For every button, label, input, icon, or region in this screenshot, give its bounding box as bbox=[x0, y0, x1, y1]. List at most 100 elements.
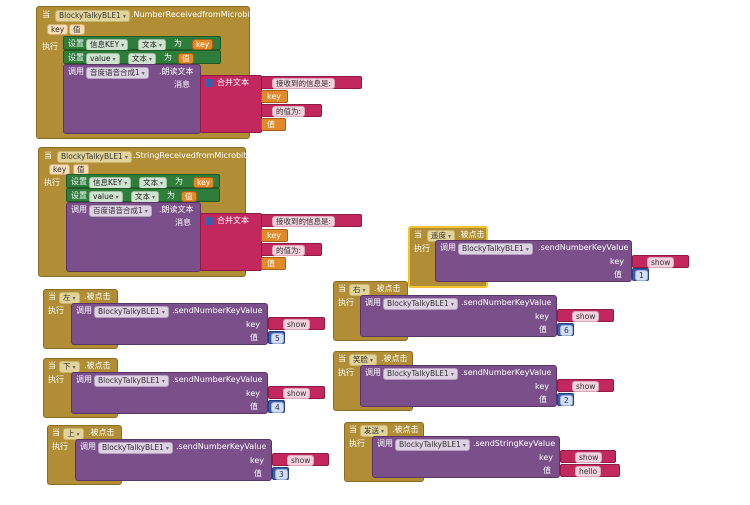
get-key-label: key bbox=[267, 92, 282, 101]
call-send-string[interactable]: 调用 BlockyTalkyBLE1 ▾ .sendStringKeyValue … bbox=[372, 436, 560, 478]
chevron-down-icon: ▾ bbox=[462, 442, 466, 449]
key-text-block[interactable]: show bbox=[557, 379, 614, 392]
component-dropdown[interactable]: BlockyTalkyBLE1 ▾ bbox=[383, 368, 458, 380]
to-label: 为 bbox=[167, 191, 175, 200]
to-label: 为 bbox=[174, 39, 182, 48]
key-text-block[interactable]: show bbox=[272, 453, 329, 466]
chevron-down-icon: ▾ bbox=[144, 208, 148, 215]
component-dropdown[interactable]: BlockyTalkyBLE1 ▾ bbox=[94, 306, 169, 318]
when-label: 当 bbox=[44, 151, 52, 160]
call-speak-block[interactable]: 调用 音度语音合成1 ▾ .朗读文本 消息 bbox=[63, 64, 201, 134]
number-block[interactable]: 5 bbox=[268, 331, 285, 344]
set-label: 设置 bbox=[68, 53, 84, 62]
var-name: 信息KEY bbox=[90, 40, 120, 49]
string-value[interactable]: 的值为: bbox=[272, 106, 306, 117]
gear-icon[interactable] bbox=[205, 217, 213, 225]
tts-dropdown[interactable]: 音度语音合成1 ▾ bbox=[86, 67, 149, 79]
text-string-block[interactable]: 的值为: bbox=[261, 104, 322, 117]
text-param-name: 文本 bbox=[142, 40, 157, 49]
string-value[interactable]: 的值为: bbox=[272, 245, 306, 256]
key-value[interactable]: show bbox=[575, 452, 603, 463]
component-dropdown[interactable]: BlockyTalkyBLE1 ▾ bbox=[458, 243, 533, 255]
tts-dropdown[interactable]: 百度语音合成1 ▾ bbox=[89, 205, 152, 217]
do-label: 执行 bbox=[48, 375, 64, 384]
set-block-info-key[interactable]: 设置 信息KEY ▾ 文本 ▾ 为 key bbox=[66, 174, 220, 189]
chevron-down-icon: ▾ bbox=[121, 42, 125, 49]
key-label: key bbox=[246, 389, 261, 398]
call-send-number[interactable]: 调用 BlockyTalkyBLE1 ▾ .sendNumberKeyValue … bbox=[75, 439, 272, 481]
number-value[interactable]: 2 bbox=[560, 395, 573, 406]
text-string-block[interactable]: 接收到的信息是: bbox=[261, 76, 362, 89]
number-value[interactable]: 3 bbox=[275, 469, 288, 480]
get-value[interactable]: 值 bbox=[181, 191, 197, 202]
component-dropdown[interactable]: BlockyTalkyBLE1 ▾ bbox=[383, 298, 458, 310]
param-key[interactable]: key bbox=[47, 24, 69, 35]
number-value[interactable]: 4 bbox=[271, 402, 284, 413]
component-dropdown[interactable]: BlockyTalkyBLE1 ▾ bbox=[98, 442, 173, 454]
get-key-block[interactable]: key bbox=[261, 229, 288, 242]
string-value-block[interactable]: hello bbox=[560, 464, 620, 477]
get-value[interactable]: 值 bbox=[178, 53, 194, 64]
call-send-number[interactable]: 调用 BlockyTalkyBLE1 ▾ .sendNumberKeyValue … bbox=[71, 372, 268, 414]
when-label: 当 bbox=[414, 230, 422, 239]
number-value[interactable]: 1 bbox=[635, 270, 648, 281]
key-value[interactable]: show bbox=[287, 455, 315, 466]
component-dropdown[interactable]: BlockyTalkyBLE1 ▾ bbox=[395, 439, 470, 451]
component-dropdown[interactable]: BlockyTalkyBLE1 ▾ bbox=[94, 375, 169, 387]
key-label: key bbox=[535, 312, 550, 321]
get-key-block[interactable]: key bbox=[261, 90, 288, 103]
component-dropdown[interactable]: BlockyTalkyBLE1 ▾ bbox=[55, 10, 130, 22]
number-value[interactable]: 5 bbox=[271, 333, 284, 344]
button-name: 左 bbox=[63, 293, 71, 302]
get-value-block[interactable]: 值 bbox=[261, 118, 286, 131]
string-value[interactable]: 接收到的信息是: bbox=[272, 78, 336, 89]
key-text-block[interactable]: show bbox=[268, 317, 325, 330]
key-value[interactable]: show bbox=[283, 319, 311, 330]
key-text-block[interactable]: show bbox=[632, 255, 689, 268]
key-text-block[interactable]: show bbox=[560, 450, 616, 463]
tts-name: 音度语音合成1 bbox=[90, 68, 140, 77]
when-label: 当 bbox=[48, 292, 56, 301]
number-block[interactable]: 6 bbox=[557, 323, 574, 336]
when-label: 当 bbox=[338, 284, 346, 293]
gear-icon[interactable] bbox=[205, 79, 213, 87]
set-block-value[interactable]: 设置 value ▾ 文本 ▾ 为 值 bbox=[66, 188, 220, 203]
call-send-number[interactable]: 调用 BlockyTalkyBLE1 ▾ .sendNumberKeyValue … bbox=[71, 303, 268, 345]
string-value[interactable]: hello bbox=[575, 466, 602, 477]
do-label: 执行 bbox=[52, 442, 68, 451]
component-name: BlockyTalkyBLE1 bbox=[98, 376, 160, 385]
call-speak-block[interactable]: 调用 百度语音合成1 ▾ .朗读文本 消息 bbox=[66, 202, 201, 272]
key-label: key bbox=[539, 453, 554, 462]
join-text-block[interactable]: 合并文本 bbox=[200, 213, 262, 271]
join-text-block[interactable]: 合并文本 bbox=[200, 75, 262, 133]
key-text-block[interactable]: show bbox=[268, 386, 325, 399]
component-dropdown[interactable]: BlockyTalkyBLE1 ▾ bbox=[57, 151, 132, 163]
get-key[interactable]: key bbox=[193, 177, 215, 188]
number-block[interactable]: 4 bbox=[268, 400, 285, 413]
get-value-block[interactable]: 值 bbox=[261, 257, 286, 270]
clicked-label: .被点击 bbox=[381, 354, 408, 363]
call-send-number[interactable]: 调用 BlockyTalkyBLE1 ▾ .sendNumberKeyValue … bbox=[360, 365, 557, 407]
set-block-info-key[interactable]: 设置 信息KEY ▾ 文本 ▾ 为 key bbox=[63, 36, 221, 51]
string-value[interactable]: 接收到的信息是: bbox=[272, 216, 336, 227]
param-value[interactable]: 值 bbox=[69, 24, 85, 35]
set-block-value[interactable]: 设置 value ▾ 文本 ▾ 为 值 bbox=[63, 50, 221, 65]
chevron-down-icon: ▾ bbox=[152, 194, 156, 201]
key-value[interactable]: show bbox=[572, 311, 600, 322]
number-block[interactable]: 3 bbox=[272, 467, 289, 480]
text-string-block[interactable]: 的值为: bbox=[261, 243, 322, 256]
get-key[interactable]: key bbox=[192, 39, 214, 50]
call-send-number[interactable]: 调用 BlockyTalkyBLE1 ▾ .sendNumberKeyValue … bbox=[360, 295, 557, 337]
call-label: 调用 bbox=[68, 67, 84, 76]
key-value[interactable]: show bbox=[572, 381, 600, 392]
number-block[interactable]: 1 bbox=[632, 268, 649, 281]
key-text-block[interactable]: show bbox=[557, 309, 614, 322]
call-send-number[interactable]: 调用 BlockyTalkyBLE1 ▾ .sendNumberKeyValue … bbox=[435, 240, 632, 282]
when-label: 当 bbox=[42, 10, 50, 19]
chevron-down-icon: ▾ bbox=[450, 301, 454, 308]
text-string-block[interactable]: 接收到的信息是: bbox=[261, 214, 362, 227]
key-value[interactable]: show bbox=[647, 257, 675, 268]
key-value[interactable]: show bbox=[283, 388, 311, 399]
number-value[interactable]: 6 bbox=[560, 325, 573, 336]
number-block[interactable]: 2 bbox=[557, 393, 574, 406]
